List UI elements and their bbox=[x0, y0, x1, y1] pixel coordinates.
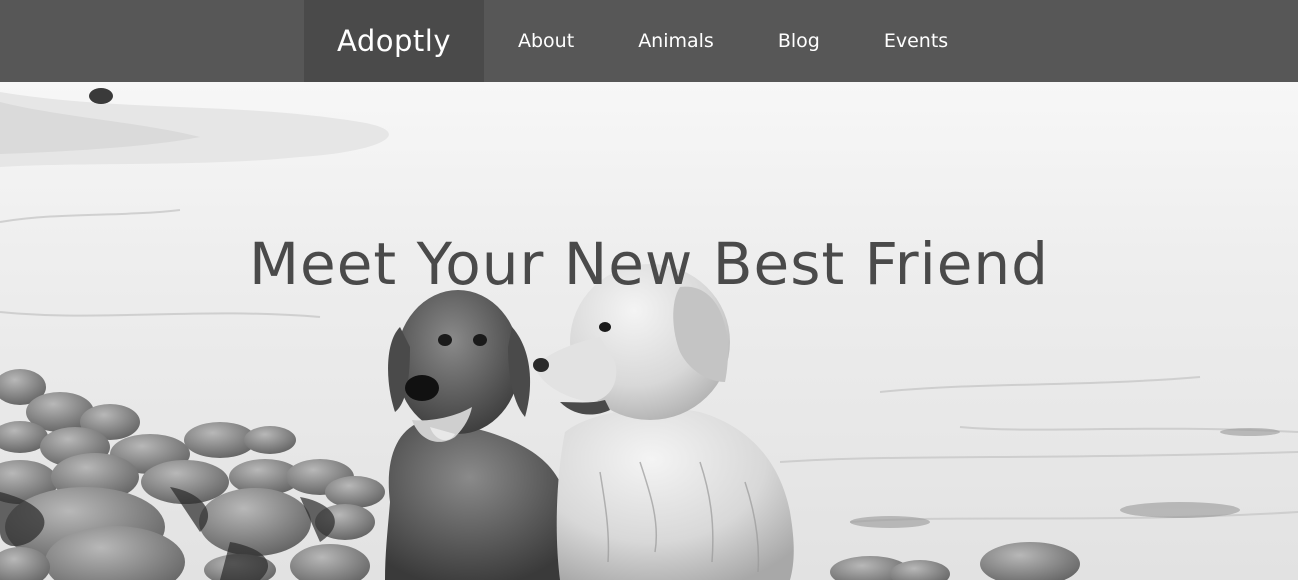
nav-link-blog[interactable]: Blog bbox=[778, 0, 820, 84]
nav-link-about[interactable]: About bbox=[518, 0, 574, 84]
brand-logo-link[interactable]: Adoptly bbox=[304, 0, 484, 82]
nav-links: About Animals Blog Events bbox=[518, 0, 1012, 82]
hero-background-image bbox=[0, 82, 1298, 580]
top-navbar: Adoptly About Animals Blog Events bbox=[0, 0, 1298, 82]
hero-headline: Meet Your New Best Friend bbox=[248, 230, 1049, 298]
hero-section: Meet Your New Best Friend bbox=[0, 82, 1298, 580]
nav-link-events[interactable]: Events bbox=[884, 0, 948, 84]
nav-link-animals[interactable]: Animals bbox=[638, 0, 714, 84]
